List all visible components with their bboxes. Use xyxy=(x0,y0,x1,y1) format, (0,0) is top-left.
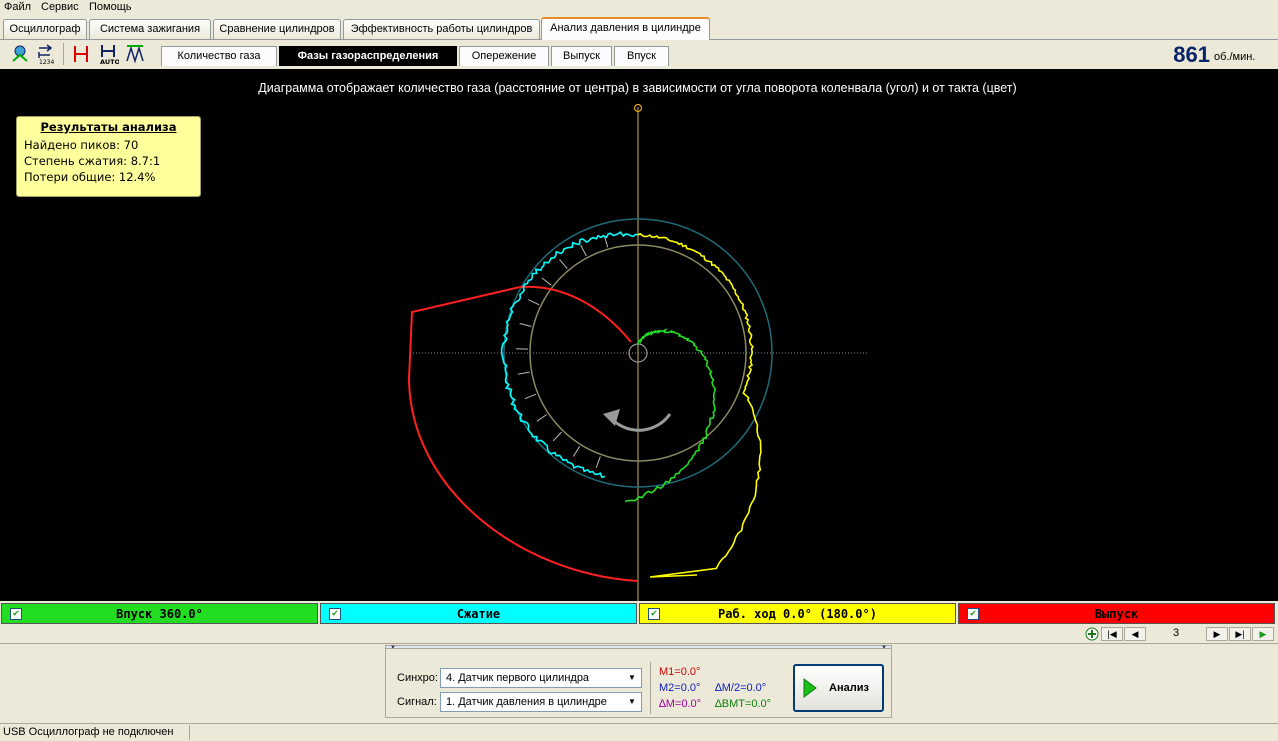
phase-compression-label: Сжатие xyxy=(456,607,501,621)
sync-label: Синхро: xyxy=(397,672,438,684)
subtab-advance[interactable]: Опережение xyxy=(459,46,549,66)
tab-oscilloscope[interactable]: Осциллограф xyxy=(3,19,87,39)
power-checkbox[interactable]: ✔ xyxy=(648,608,660,620)
analyze-button[interactable]: Анализ xyxy=(793,664,884,712)
auto-markers-icon[interactable]: AUTO xyxy=(97,43,121,66)
tab-pressure-analysis[interactable]: Анализ давления в цилиндре xyxy=(541,17,710,40)
last-page-button[interactable]: ▶| xyxy=(1229,627,1251,641)
rotation-arrow xyxy=(613,413,672,432)
panel-divider xyxy=(0,643,1278,644)
phase-power-label: Раб. ход 0.0° (180.0°) xyxy=(718,607,877,621)
exhaust-curve xyxy=(407,285,639,582)
signal-label: Сигнал: xyxy=(397,696,437,708)
svg-text:1234: 1234 xyxy=(39,59,54,65)
results-total-losses: Потери общие: 12.4% xyxy=(24,170,156,184)
power-stroke-curve xyxy=(637,233,762,578)
angle-tick xyxy=(559,259,568,270)
play-icon xyxy=(803,678,817,698)
menu-file[interactable]: Файл xyxy=(4,1,31,13)
status-divider xyxy=(189,725,190,740)
panel-separator xyxy=(650,662,651,714)
phase-power[interactable]: ✔ Раб. ход 0.0° (180.0°) xyxy=(639,603,956,624)
marker-m2: M2=0.0° xyxy=(659,682,701,694)
rpm-value: 861 xyxy=(1173,42,1210,67)
sync-select[interactable]: 4. Датчик первого цилиндра ▼ xyxy=(440,668,642,688)
svg-text:AUTO: AUTO xyxy=(100,58,119,65)
markers-icon[interactable] xyxy=(70,43,92,65)
analyze-button-label: Анализ xyxy=(829,682,869,694)
polar-diagram: Диаграмма отображает количество газа (ра… xyxy=(0,69,1278,601)
toolbar-separator xyxy=(63,43,64,65)
angle-tick xyxy=(541,277,552,286)
menu-help[interactable]: Помощь xyxy=(89,1,132,13)
prev-page-button[interactable]: ◀ xyxy=(1124,627,1146,641)
numbering-icon[interactable]: 1234 xyxy=(36,43,58,66)
compression-checkbox[interactable]: ✔ xyxy=(329,608,341,620)
sync-select-value: 4. Датчик первого цилиндра xyxy=(446,672,590,684)
angle-tick xyxy=(580,245,587,257)
phase-compression[interactable]: ✔ Сжатие xyxy=(320,603,637,624)
subtab-exhaust[interactable]: Выпуск xyxy=(551,46,612,66)
results-peaks: Найдено пиков: 70 xyxy=(24,138,139,152)
subtab-gas-amount[interactable]: Количество газа xyxy=(161,46,277,66)
status-text: USB Осциллограф не подключен xyxy=(3,726,174,738)
tab-cylinder-compare[interactable]: Сравнение цилиндров xyxy=(213,19,341,39)
tab-ignition[interactable]: Система зажигания xyxy=(89,19,211,39)
signal-select-value: 1. Датчик давления в цилиндре xyxy=(446,696,607,708)
marker-half-delta: ∆M/2=0.0° xyxy=(715,682,767,694)
results-header: Результаты анализа xyxy=(40,120,177,134)
signal-select[interactable]: 1. Датчик давления в цилиндре ▼ xyxy=(440,692,642,712)
play-button[interactable]: ▶ xyxy=(1252,627,1274,641)
results-compression-ratio: Степень сжатия: 8.7:1 xyxy=(24,154,161,168)
subtab-intake[interactable]: Впуск xyxy=(614,46,669,66)
first-page-button[interactable]: |◀ xyxy=(1101,627,1123,641)
sensor-icon[interactable] xyxy=(9,43,31,65)
page-number[interactable]: 3 xyxy=(1148,627,1204,641)
intake-checkbox[interactable]: ✔ xyxy=(10,608,22,620)
angle-tick xyxy=(595,456,601,468)
menu-service[interactable]: Сервис xyxy=(41,1,79,13)
exhaust-checkbox[interactable]: ✔ xyxy=(967,608,979,620)
phase-exhaust-label: Выпуск xyxy=(1094,607,1139,621)
angle-tick xyxy=(519,323,532,327)
tab-cylinder-efficiency[interactable]: Эффективность работы цилиндров xyxy=(343,19,540,39)
angle-tick xyxy=(572,446,581,457)
chevron-down-icon[interactable]: ▼ xyxy=(625,671,639,685)
rpm-unit: об./мин. xyxy=(1214,51,1256,63)
marker-delta-tdc: ∆ВМТ=0.0° xyxy=(715,698,772,710)
angle-tick xyxy=(552,431,562,442)
subtab-valve-timing[interactable]: Фазы газораспределения xyxy=(279,46,457,66)
angle-tick xyxy=(528,299,540,306)
angle-tick xyxy=(517,371,530,375)
chevron-down-icon[interactable]: ▼ xyxy=(625,695,639,709)
peaks-icon[interactable] xyxy=(124,43,146,65)
add-icon[interactable] xyxy=(1084,627,1100,641)
phase-intake[interactable]: ✔ Впуск 360.0° xyxy=(1,603,318,624)
next-page-button[interactable]: ▶ xyxy=(1206,627,1228,641)
phase-exhaust[interactable]: ✔ Выпуск xyxy=(958,603,1275,624)
phase-intake-label: Впуск 360.0° xyxy=(116,607,203,621)
analysis-results-box: Результаты анализа Найдено пиков: 70 Сте… xyxy=(16,116,201,197)
angle-tick xyxy=(536,414,548,422)
angle-tick xyxy=(524,393,537,400)
menu-bar: Файл Сервис Помощь xyxy=(0,0,1278,17)
status-bar: USB Осциллограф не подключен xyxy=(0,723,1278,741)
marker-delta: ∆M=0.0° xyxy=(659,698,702,710)
marker-m1: M1=0.0° xyxy=(659,666,701,678)
